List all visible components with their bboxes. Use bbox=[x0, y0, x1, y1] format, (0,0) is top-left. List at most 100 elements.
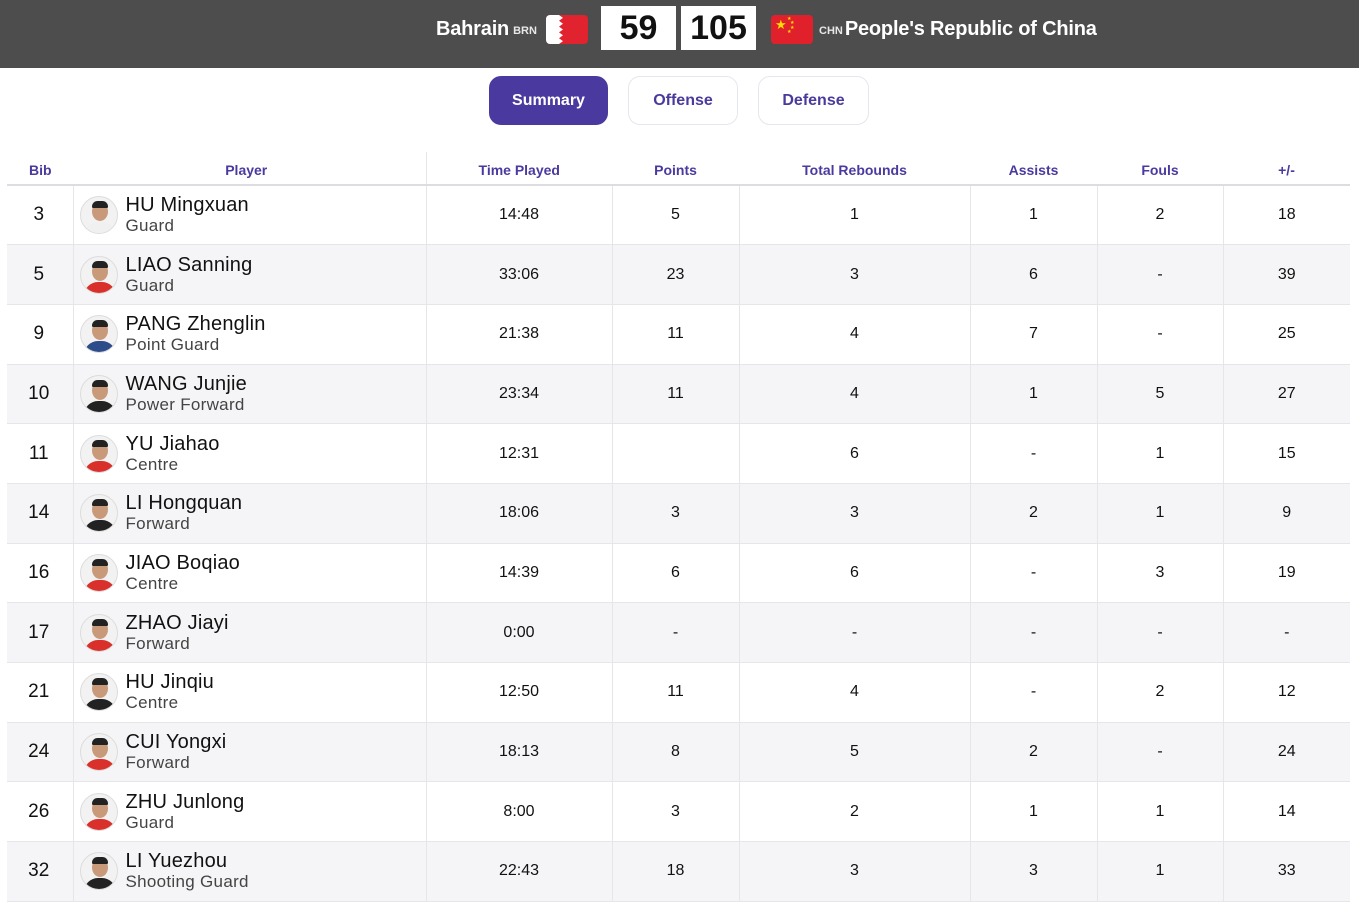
time-played: 18:06 bbox=[425, 483, 613, 544]
bib-number: 26 bbox=[7, 781, 74, 843]
player-avatar bbox=[79, 792, 118, 831]
points: 6 bbox=[612, 543, 740, 604]
column-header-player[interactable]: Player bbox=[73, 152, 426, 186]
plus-minus: - bbox=[1223, 602, 1350, 663]
player-avatar bbox=[79, 255, 118, 294]
time-played: 22:43 bbox=[425, 841, 613, 902]
time-played: 21:38 bbox=[425, 304, 613, 365]
time-played: 12:31 bbox=[425, 423, 613, 484]
player-cell[interactable]: LIAO Sanning Guard bbox=[73, 244, 427, 305]
player-name[interactable]: PANG Zhenglin bbox=[126, 313, 266, 335]
player-avatar bbox=[79, 733, 118, 772]
column-header-assists[interactable]: Assists bbox=[970, 152, 1097, 186]
player-name[interactable]: WANG Junjie bbox=[126, 373, 248, 395]
column-header-fouls[interactable]: Fouls bbox=[1097, 152, 1223, 186]
player-name[interactable]: YU Jiahao bbox=[126, 433, 220, 455]
plus-minus: 15 bbox=[1223, 423, 1350, 484]
plus-minus: 12 bbox=[1223, 662, 1350, 723]
points: 18 bbox=[612, 841, 740, 902]
player-cell[interactable]: JIAO Boqiao Centre bbox=[73, 543, 427, 604]
bib-number: 32 bbox=[7, 841, 74, 902]
column-header-plus-minus[interactable]: +/- bbox=[1223, 152, 1350, 186]
player-name[interactable]: HU Jinqiu bbox=[126, 671, 215, 693]
fouls: 3 bbox=[1097, 543, 1224, 604]
player-position: Forward bbox=[125, 633, 190, 653]
assists: - bbox=[970, 602, 1098, 663]
bib-number: 5 bbox=[7, 244, 74, 305]
player-cell[interactable]: WANG Junjie Power Forward bbox=[73, 364, 427, 425]
column-header-points[interactable]: Points bbox=[612, 152, 739, 186]
player-cell[interactable]: HU Jinqiu Centre bbox=[73, 662, 427, 723]
table-row: 5 LIAO Sanning Guard 33:06 23 3 6-39 bbox=[7, 244, 1350, 305]
player-name[interactable]: ZHU Junlong bbox=[126, 791, 245, 813]
tab-summary[interactable]: Summary bbox=[489, 76, 608, 125]
assists: 3 bbox=[970, 841, 1098, 902]
player-name[interactable]: LIAO Sanning bbox=[126, 254, 253, 276]
scoreboard-bar: Bahrain BRN 59 105 ★ ★ ★ ★ ★ CHN People'… bbox=[0, 0, 1359, 68]
tab-offense[interactable]: Offense bbox=[628, 76, 738, 125]
table-row: 14 LI Hongquan Forward 18:06 3 3 2 1 9 bbox=[7, 483, 1350, 544]
plus-minus: 19 bbox=[1223, 543, 1350, 604]
bib-number: 17 bbox=[7, 602, 74, 663]
player-position: Guard bbox=[125, 216, 175, 236]
column-header-total-rebounds[interactable]: Total Rebounds bbox=[739, 152, 970, 186]
bib-number: 3 bbox=[7, 185, 74, 246]
points: 11 bbox=[612, 364, 740, 425]
assists: 7 bbox=[970, 304, 1098, 365]
fouls: 2 bbox=[1097, 662, 1224, 723]
total-rebounds: 3 bbox=[739, 841, 971, 902]
player-cell[interactable]: PANG Zhenglin Point Guard bbox=[73, 304, 427, 365]
player-cell[interactable]: ZHAO Jiayi Forward bbox=[73, 602, 427, 663]
player-avatar bbox=[79, 673, 118, 712]
player-cell[interactable]: LI Hongquan Forward bbox=[73, 483, 427, 544]
player-avatar bbox=[79, 613, 118, 652]
plus-minus: 9 bbox=[1223, 483, 1350, 544]
player-avatar bbox=[79, 315, 118, 354]
stats-tabs: Summary Offense Defense bbox=[489, 76, 869, 125]
tab-defense[interactable]: Defense bbox=[758, 76, 869, 125]
column-header-bib[interactable]: Bib bbox=[7, 152, 73, 186]
player-cell[interactable]: YU Jiahao Centre bbox=[73, 423, 427, 484]
total-rebounds: 3 bbox=[739, 244, 971, 305]
player-avatar bbox=[79, 553, 118, 592]
player-name[interactable]: LI Yuezhou bbox=[126, 850, 249, 872]
player-name[interactable]: JIAO Boqiao bbox=[126, 552, 241, 574]
total-rebounds: 2 bbox=[739, 781, 971, 843]
player-avatar bbox=[79, 374, 118, 413]
table-header-row: Bib Player Time Played Points Total Rebo… bbox=[7, 152, 1350, 186]
bib-number: 11 bbox=[7, 423, 74, 484]
table-row: 16 JIAO Boqiao Centre 14:39 6 6-3 19 bbox=[7, 543, 1350, 604]
player-name[interactable]: CUI Yongxi bbox=[126, 731, 227, 753]
fouls: - bbox=[1097, 722, 1224, 783]
column-header-time-played[interactable]: Time Played bbox=[425, 152, 612, 186]
away-team-name: People's Republic of China bbox=[844, 17, 1097, 40]
player-cell[interactable]: HU Mingxuan Guard bbox=[73, 185, 427, 246]
player-name[interactable]: ZHAO Jiayi bbox=[126, 612, 229, 634]
points: 5 bbox=[612, 185, 740, 246]
player-position: Shooting Guard bbox=[125, 872, 249, 892]
fouls: 1 bbox=[1097, 841, 1224, 902]
player-cell[interactable]: LI Yuezhou Shooting Guard bbox=[73, 841, 427, 902]
assists: - bbox=[970, 423, 1098, 484]
points: - bbox=[612, 602, 740, 663]
player-position: Forward bbox=[125, 514, 190, 534]
player-cell[interactable]: CUI Yongxi Forward bbox=[73, 722, 427, 783]
table-row: 10 WANG Junjie Power Forward 23:34 11 4 1 5 27 bbox=[7, 364, 1350, 425]
fouls: 1 bbox=[1097, 483, 1224, 544]
time-played: 18:13 bbox=[425, 722, 613, 783]
player-avatar bbox=[79, 196, 118, 235]
points: 23 bbox=[612, 244, 740, 305]
player-name[interactable]: HU Mingxuan bbox=[126, 194, 249, 216]
player-cell[interactable]: ZHU Junlong Guard bbox=[73, 781, 427, 843]
home-team-name: Bahrain bbox=[436, 17, 510, 40]
total-rebounds: 6 bbox=[739, 423, 971, 484]
plus-minus: 39 bbox=[1223, 244, 1350, 305]
assists: 6 bbox=[970, 244, 1098, 305]
points: 3 bbox=[612, 483, 740, 544]
time-played: 33:06 bbox=[425, 244, 613, 305]
fouls: - bbox=[1097, 304, 1224, 365]
bahrain-flag-icon bbox=[545, 14, 588, 44]
player-name[interactable]: LI Hongquan bbox=[126, 492, 243, 514]
total-rebounds: 4 bbox=[739, 364, 971, 425]
plus-minus: 25 bbox=[1223, 304, 1350, 365]
